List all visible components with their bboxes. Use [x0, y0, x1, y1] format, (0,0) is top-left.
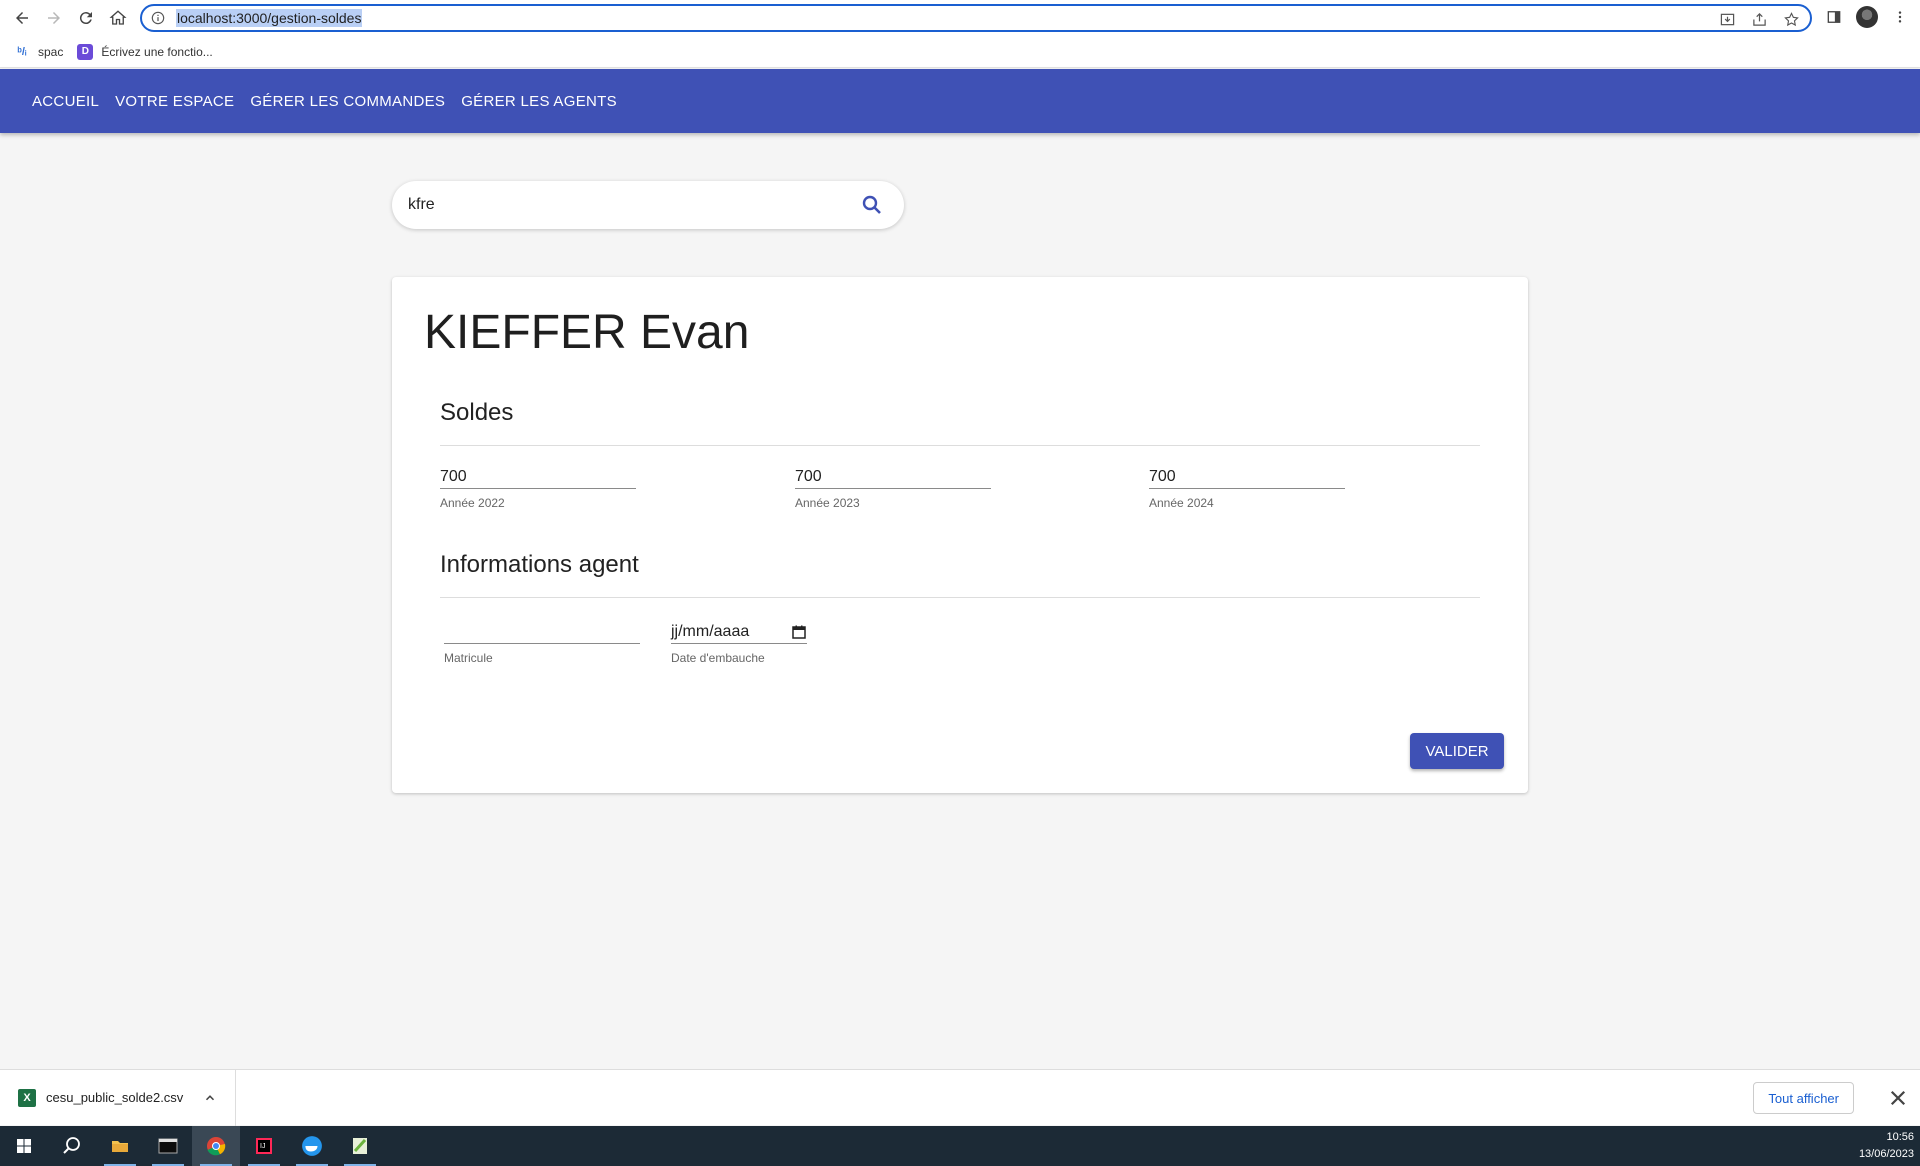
solde-field-2023[interactable]: 700 Année 2023 [795, 465, 991, 510]
show-all-downloads-button[interactable]: Tout afficher [1753, 1082, 1854, 1114]
install-app-icon[interactable] [1716, 8, 1738, 30]
bookmark-label: spac [38, 44, 64, 59]
calendar-icon[interactable] [791, 624, 807, 640]
solde-label: Année 2023 [795, 496, 860, 510]
search-icon[interactable] [860, 193, 884, 217]
nav-link-gerer-commandes[interactable]: GÉRER LES COMMANDES [242, 87, 453, 116]
valider-button[interactable]: VALIDER [1410, 733, 1504, 769]
bookmark-star-icon[interactable] [1780, 8, 1802, 30]
home-icon[interactable] [102, 2, 134, 34]
windows-start-icon[interactable] [0, 1126, 48, 1166]
download-filename[interactable]: cesu_public_solde2.csv [46, 1090, 183, 1105]
matricule-input[interactable] [444, 620, 640, 644]
date-embauche-field[interactable]: jj/mm/aaaa Date d'embauche [671, 620, 807, 665]
solde-label: Année 2022 [440, 496, 505, 510]
solde-field-2024[interactable]: 700 Année 2024 [1149, 465, 1345, 510]
section-title-soldes: Soldes [440, 399, 514, 426]
agent-name: KIEFFER Evan [424, 306, 750, 359]
file-explorer-icon[interactable] [96, 1126, 144, 1166]
download-item[interactable]: X cesu_public_solde2.csv [0, 1069, 236, 1126]
divider [440, 597, 1480, 598]
solde-value[interactable]: 700 [795, 465, 991, 489]
clock-date: 13/06/2023 [1858, 1148, 1914, 1160]
intellij-icon[interactable]: IJ [240, 1126, 288, 1166]
reload-icon[interactable] [70, 2, 102, 34]
terminal-icon[interactable] [144, 1126, 192, 1166]
address-bar[interactable]: localhost:3000/gestion-soldes [140, 4, 1812, 32]
search-input[interactable] [408, 196, 828, 214]
browser-toolbar: localhost:3000/gestion-soldes [0, 0, 1920, 36]
section-title-informations: Informations agent [440, 551, 639, 578]
bookmark-notion[interactable]: D Écrivez une fonctio... [77, 43, 213, 60]
close-icon[interactable] [1888, 1088, 1908, 1108]
solde-value[interactable]: 700 [440, 465, 636, 489]
date-embauche-input[interactable]: jj/mm/aaaa [671, 620, 807, 644]
site-info-icon[interactable] [150, 10, 166, 26]
nav-link-gerer-agents[interactable]: GÉRER LES AGENTS [453, 87, 625, 116]
spac-logo-icon: ᵇ/ᵢ [17, 45, 27, 58]
url-text[interactable]: localhost:3000/gestion-soldes [176, 9, 363, 27]
notepad-plus-icon[interactable] [336, 1126, 384, 1166]
chevron-up-icon[interactable] [203, 1091, 217, 1105]
agent-card: KIEFFER Evan Soldes 700 Année 2022 700 A… [392, 277, 1528, 793]
windows-taskbar: IJ 10:56 13/06/2023 [0, 1126, 1920, 1166]
taskbar-clock[interactable]: 10:56 13/06/2023 [1859, 1129, 1914, 1163]
solde-label: Année 2024 [1149, 496, 1214, 510]
divider [440, 445, 1480, 446]
forward-icon[interactable] [38, 2, 70, 34]
taskbar-search-icon[interactable] [48, 1126, 96, 1166]
agent-search [392, 181, 904, 229]
chrome-icon[interactable] [192, 1126, 240, 1166]
bookmarks-bar: ᵇ/ᵢ spac D Écrivez une fonctio... [0, 36, 1920, 68]
profile-avatar[interactable] [1856, 6, 1878, 28]
docker-icon[interactable] [288, 1126, 336, 1166]
bookmark-spac[interactable]: ᵇ/ᵢ spac [14, 44, 64, 60]
svg-text:IJ: IJ [260, 1143, 265, 1150]
share-icon[interactable] [1748, 8, 1770, 30]
notion-icon: D [77, 43, 94, 60]
nav-link-votre-espace[interactable]: VOTRE ESPACE [107, 87, 242, 116]
date-embauche-label: Date d'embauche [671, 651, 765, 665]
matricule-label: Matricule [444, 651, 493, 665]
clock-time: 10:56 [1886, 1131, 1914, 1143]
date-placeholder: jj/mm/aaaa [671, 622, 750, 640]
back-icon[interactable] [6, 2, 38, 34]
matricule-field[interactable]: Matricule [444, 620, 640, 665]
solde-value[interactable]: 700 [1149, 465, 1345, 489]
bookmark-label: Écrivez une fonctio... [101, 44, 213, 59]
download-shelf: X cesu_public_solde2.csv Tout afficher [0, 1069, 1920, 1126]
chrome-menu-icon[interactable] [1888, 4, 1912, 30]
app-navbar: ACCUEIL VOTRE ESPACE GÉRER LES COMMANDES… [0, 69, 1920, 133]
side-panel-icon[interactable] [1822, 4, 1846, 30]
nav-link-accueil[interactable]: ACCUEIL [24, 87, 107, 116]
excel-file-icon: X [18, 1088, 36, 1107]
solde-field-2022[interactable]: 700 Année 2022 [440, 465, 636, 510]
